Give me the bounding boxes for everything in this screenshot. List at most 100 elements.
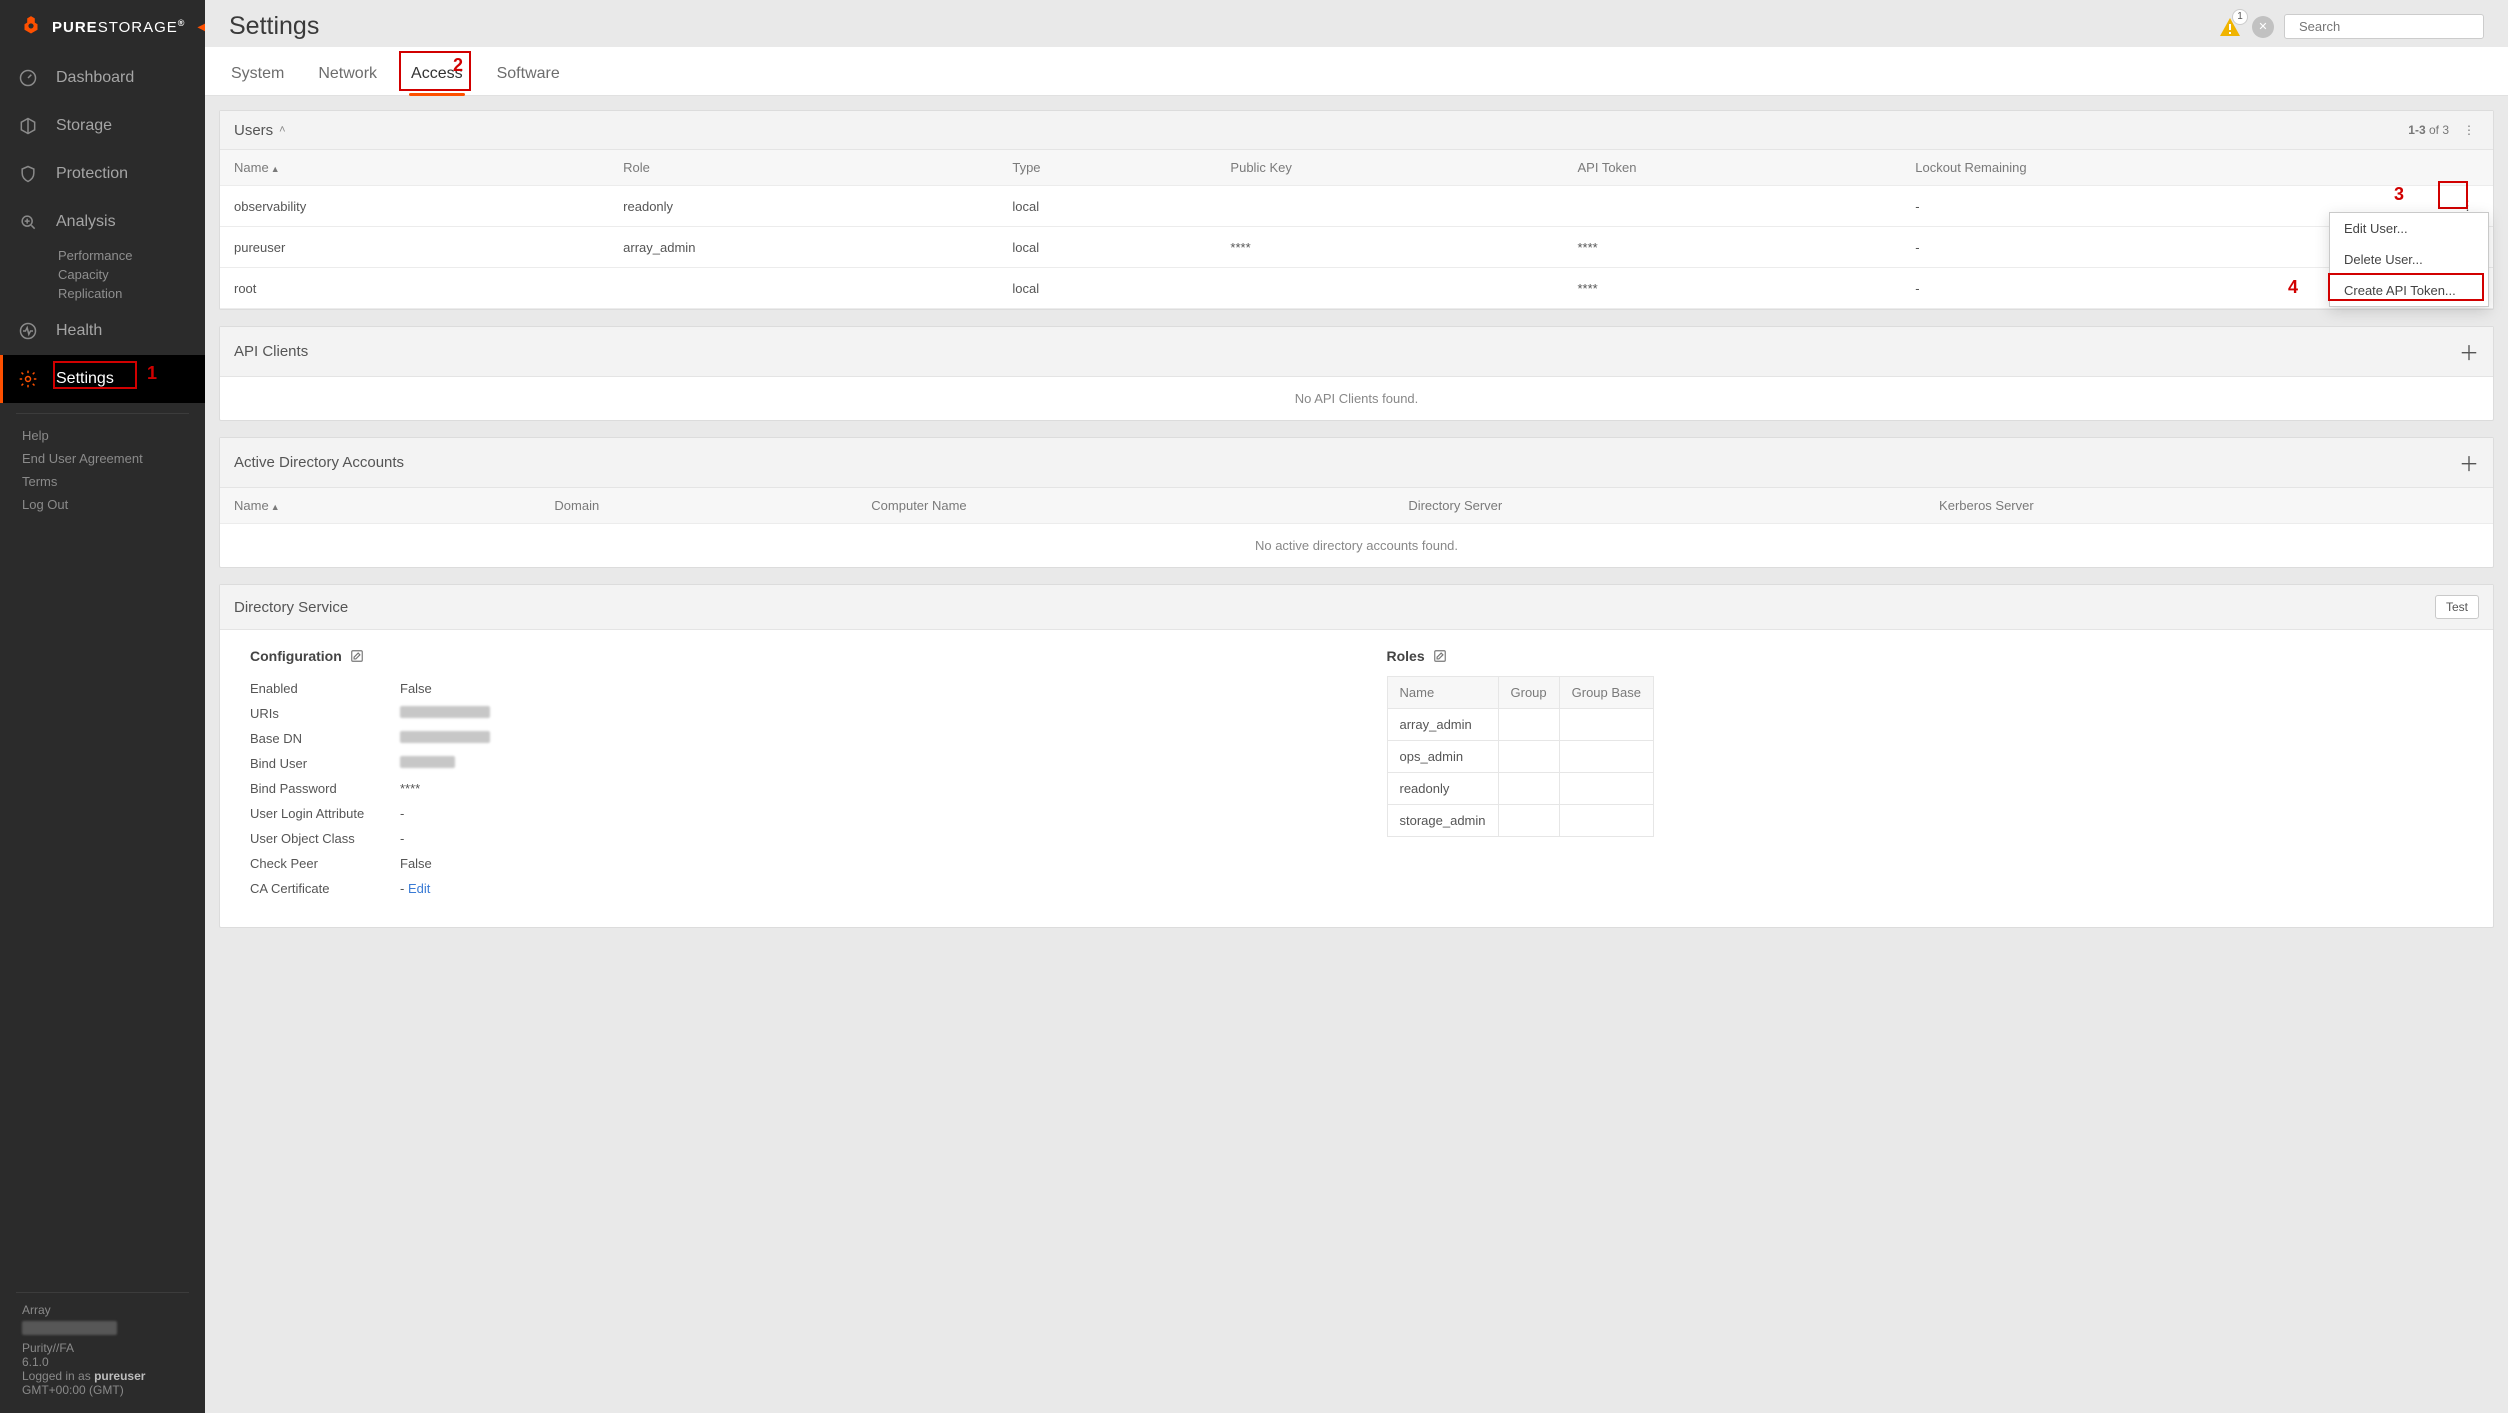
col-lockout[interactable]: Lockout Remaining	[1901, 150, 2442, 186]
analysis-icon	[18, 212, 38, 232]
kv-key: CA Certificate	[250, 881, 400, 896]
collapse-caret-icon[interactable]: ˄	[279, 124, 285, 136]
cell-token: ****	[1564, 268, 1902, 309]
ds-roles: Roles Name Group Group Base array_admin …	[1387, 648, 2464, 901]
users-table: Name▲ Role Type Public Key API Token Loc…	[220, 150, 2493, 309]
col-domain[interactable]: Domain	[540, 488, 857, 524]
table-row: readonly	[1387, 773, 1654, 805]
alert-icon[interactable]: 1	[2218, 15, 2242, 39]
nav-protection[interactable]: Protection	[0, 150, 205, 198]
ca-cert-edit-link[interactable]: Edit	[400, 881, 430, 896]
array-info: Array Purity//FA 6.1.0 Logged in as pure…	[0, 1303, 205, 1413]
link-terms[interactable]: Terms	[22, 470, 183, 493]
kv-key: Check Peer	[250, 856, 400, 871]
kv-val: False	[400, 856, 432, 871]
cell-pk	[1216, 268, 1563, 309]
col-name[interactable]: Name▲	[220, 150, 609, 186]
subheading: Configuration	[250, 648, 342, 664]
edit-icon[interactable]	[350, 649, 364, 663]
shield-icon	[18, 164, 38, 184]
cell-token	[1564, 186, 1902, 227]
add-api-client-icon[interactable]: ＋	[2459, 337, 2479, 366]
api-clients-panel: API Clients ＋ No API Clients found.	[219, 326, 2494, 421]
nav-label: Analysis	[56, 213, 116, 231]
nav-analysis-subs: Performance Capacity Replication	[0, 246, 205, 307]
storage-icon	[18, 116, 38, 136]
cell-type: local	[998, 268, 1216, 309]
annotation-num-3: 3	[2394, 184, 2404, 205]
ds-configuration: Configuration EnabledFalse URIs Base DN …	[250, 648, 1327, 901]
col-computer[interactable]: Computer Name	[857, 488, 1394, 524]
gauge-icon	[18, 68, 38, 88]
annotation-num-1: 1	[147, 363, 157, 384]
panel-title: API Clients	[234, 343, 308, 360]
dismiss-icon[interactable]: ✕	[2252, 16, 2274, 38]
search-box[interactable]	[2284, 14, 2484, 39]
col-type[interactable]: Type	[998, 150, 1216, 186]
kv-key: Bind User	[250, 756, 400, 771]
subheading: Roles	[1387, 648, 1425, 664]
kv-key: User Object Class	[250, 831, 400, 846]
menu-create-api-token[interactable]: Create API Token... 4	[2330, 275, 2488, 306]
kv-val: -	[400, 806, 404, 821]
nav-sub-capacity[interactable]: Capacity	[58, 265, 205, 284]
menu-delete-user[interactable]: Delete User...	[2330, 244, 2488, 275]
brand-logo[interactable]: PURESTORAGE® ◀	[0, 0, 205, 54]
col-apitoken[interactable]: API Token	[1564, 150, 1902, 186]
nav-dashboard[interactable]: Dashboard	[0, 54, 205, 102]
users-panel: Users ˄ 1-3 of 3 ⋮ Name▲ Role Type Publi…	[219, 110, 2494, 310]
table-row: root local **** - ⋮	[220, 268, 2493, 309]
content-area: Users ˄ 1-3 of 3 ⋮ Name▲ Role Type Publi…	[205, 96, 2508, 958]
nav-storage[interactable]: Storage	[0, 102, 205, 150]
col-role-groupbase: Group Base	[1559, 677, 1653, 709]
ad-accounts-table: Name▲ Domain Computer Name Directory Ser…	[220, 488, 2493, 524]
sidebar-footer-links: Help End User Agreement Terms Log Out	[0, 424, 205, 516]
col-publickey[interactable]: Public Key	[1216, 150, 1563, 186]
array-logged-in: Logged in as pureuser	[22, 1369, 183, 1383]
collapse-caret-icon[interactable]: ◀	[197, 22, 205, 33]
nav-label: Dashboard	[56, 69, 134, 87]
menu-edit-user[interactable]: Edit User...	[2330, 213, 2488, 244]
tab-software[interactable]: Software	[495, 57, 562, 95]
col-name[interactable]: Name▲	[220, 488, 540, 524]
col-kerberos[interactable]: Kerberos Server	[1925, 488, 2459, 524]
col-role-group: Group	[1498, 677, 1559, 709]
gear-icon	[18, 369, 38, 389]
sidebar: PURESTORAGE® ◀ Dashboard Storage Protect…	[0, 0, 205, 1413]
nav-settings[interactable]: Settings 1	[0, 355, 205, 403]
tab-network[interactable]: Network	[316, 57, 379, 95]
cell-type: local	[998, 186, 1216, 227]
tab-system[interactable]: System	[229, 57, 286, 95]
cell: array_admin	[1387, 709, 1498, 741]
nav-sub-replication[interactable]: Replication	[58, 284, 205, 303]
panel-more-icon[interactable]: ⋮	[2459, 121, 2479, 139]
kv-key: User Login Attribute	[250, 806, 400, 821]
cell-pk: ****	[1216, 227, 1563, 268]
col-role[interactable]: Role	[609, 150, 998, 186]
link-logout[interactable]: Log Out	[22, 493, 183, 516]
panel-title: Active Directory Accounts	[234, 454, 404, 471]
annotation-num-2: 2	[453, 55, 463, 76]
add-ad-account-icon[interactable]: ＋	[2459, 448, 2479, 477]
cell-type: local	[998, 227, 1216, 268]
test-button[interactable]: Test	[2435, 595, 2479, 619]
nav-sub-performance[interactable]: Performance	[58, 246, 205, 265]
users-panel-header: Users ˄ 1-3 of 3 ⋮	[220, 111, 2493, 150]
sidebar-divider	[16, 1292, 189, 1293]
col-dir-server[interactable]: Directory Server	[1394, 488, 1925, 524]
table-row: pureuser array_admin local **** **** - ⋮	[220, 227, 2493, 268]
nav-analysis[interactable]: Analysis	[0, 198, 205, 246]
nav-health[interactable]: Health	[0, 307, 205, 355]
array-name-redacted	[22, 1321, 117, 1335]
kv-key: Enabled	[250, 681, 400, 696]
kv-val: False	[400, 681, 432, 696]
search-input[interactable]	[2299, 19, 2475, 34]
link-eula[interactable]: End User Agreement	[22, 447, 183, 470]
directory-service-panel: Directory Service Test Configuration Ena…	[219, 584, 2494, 928]
nav-label: Health	[56, 322, 102, 340]
nav-label: Settings	[56, 370, 114, 388]
edit-icon[interactable]	[1433, 649, 1447, 663]
link-help[interactable]: Help	[22, 424, 183, 447]
api-clients-empty: No API Clients found.	[220, 377, 2493, 420]
kv-val: ****	[400, 781, 420, 796]
